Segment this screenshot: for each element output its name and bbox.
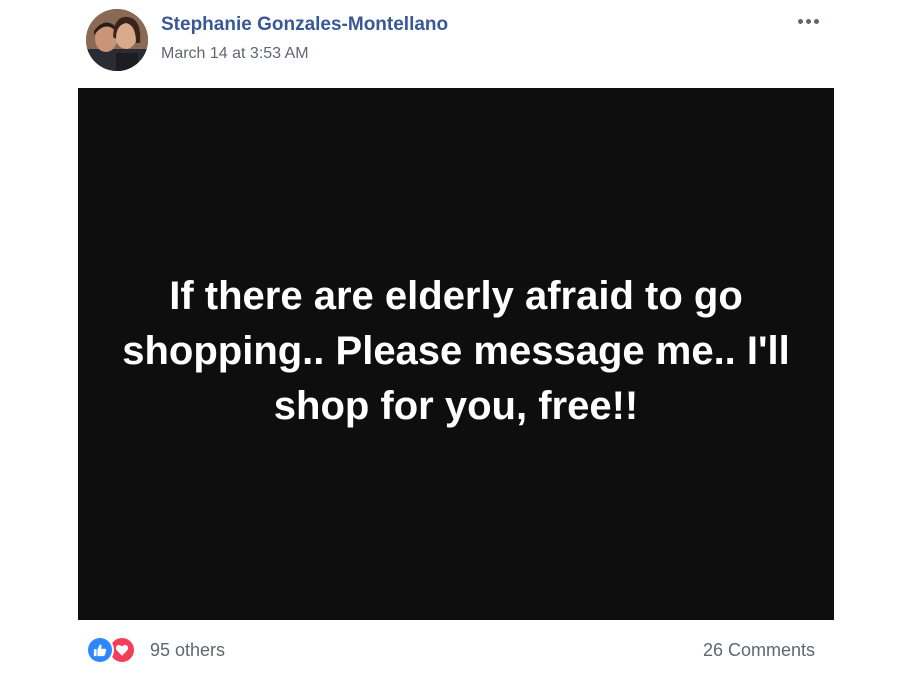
post-image-text: If there are elderly afraid to go shoppi…	[122, 273, 790, 428]
ellipsis-icon	[797, 18, 803, 24]
author-avatar[interactable]	[86, 9, 148, 71]
post-image[interactable]: If there are elderly afraid to go shoppi…	[78, 88, 834, 620]
reactions-summary[interactable]: 95 others	[86, 636, 225, 664]
ellipsis-icon	[813, 18, 819, 24]
more-options-button[interactable]	[790, 10, 826, 32]
comments-count-link[interactable]: 26 Comments	[703, 640, 815, 661]
post-timestamp[interactable]: March 14 at 3:53 AM	[161, 45, 309, 63]
reaction-count: 95 others	[150, 639, 226, 660]
like-icon	[86, 636, 114, 664]
avatar-photo	[86, 9, 148, 71]
ellipsis-icon	[805, 18, 811, 24]
author-name[interactable]: Stephanie Gonzales-Montellano	[161, 14, 448, 36]
